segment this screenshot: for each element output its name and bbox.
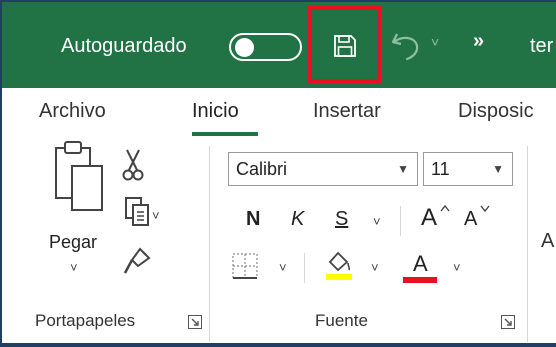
title-bar: Autoguardado ˅ » ter: [2, 2, 556, 88]
active-tab-indicator: [192, 132, 258, 136]
font-color-swatch: [403, 277, 437, 283]
fill-color-swatch: [326, 274, 352, 280]
undo-icon: [391, 33, 419, 61]
autosave-label: Autoguardado: [61, 35, 187, 57]
window-bottom-border: [2, 343, 556, 347]
font-size-select[interactable]: 11 ▼: [423, 152, 513, 186]
save-button[interactable]: [308, 6, 381, 83]
fill-color-icon[interactable]: [324, 248, 354, 282]
font-name-select[interactable]: Calibri ▼: [228, 152, 418, 186]
tab-insertar[interactable]: Insertar: [313, 100, 381, 123]
autosave-toggle[interactable]: [229, 33, 302, 61]
format-painter-icon[interactable]: [122, 246, 152, 276]
chevron-down-icon: ▼: [492, 162, 504, 176]
document-title: ter: [530, 35, 554, 57]
toggle-knob: [235, 38, 254, 57]
borders-icon[interactable]: [231, 252, 259, 280]
font-name-value: Calibri: [236, 159, 288, 179]
fill-color-dropdown-icon[interactable]: ˅: [371, 260, 379, 275]
paste-dropdown-icon[interactable]: ˅: [70, 260, 78, 275]
underline-dropdown-icon[interactable]: ˅: [373, 214, 381, 229]
bold-button[interactable]: N: [246, 208, 260, 231]
divider: [400, 206, 401, 236]
font-size-value: 11: [431, 159, 450, 179]
copy-dropdown-icon[interactable]: ˅: [152, 208, 160, 223]
ribbon: Pegar ˅ ˅ Portapapeles Calibri ▼ 11 ▼ N …: [2, 138, 556, 347]
grow-font-arrow-icon: [440, 204, 450, 212]
underline-button[interactable]: S: [335, 208, 348, 231]
clipboard-group-label: Portapapeles: [35, 311, 136, 330]
shrink-font-arrow-icon: [480, 205, 490, 212]
chevron-down-icon: ▼: [397, 162, 409, 176]
group-separator: [527, 146, 528, 342]
grow-font-button[interactable]: A: [421, 204, 437, 232]
font-color-dropdown-icon[interactable]: ˅: [453, 260, 461, 275]
font-launcher-icon[interactable]: [501, 315, 515, 329]
more-commands-button[interactable]: »: [473, 30, 484, 53]
tab-archivo[interactable]: Archivo: [39, 100, 106, 123]
tab-inicio[interactable]: Inicio: [192, 100, 239, 123]
clipboard-launcher-icon[interactable]: [188, 315, 202, 329]
ribbon-tabs: Archivo Inicio Insertar Disposic: [2, 88, 556, 138]
cut-icon[interactable]: [122, 148, 144, 184]
alignment-group-partial-label: A: [541, 230, 555, 252]
undo-dropdown-icon[interactable]: ˅: [431, 34, 439, 50]
italic-button[interactable]: K: [291, 208, 304, 231]
save-icon: [334, 35, 356, 57]
font-group-label: Fuente: [315, 311, 368, 330]
paste-icon: [55, 141, 103, 211]
divider: [304, 253, 305, 283]
borders-dropdown-icon[interactable]: ˅: [279, 260, 287, 275]
shrink-font-button[interactable]: A: [464, 208, 477, 231]
tab-disposicion[interactable]: Disposic: [458, 100, 534, 123]
undo-button[interactable]: [387, 30, 427, 64]
paste-label: Pegar: [49, 232, 98, 252]
copy-icon[interactable]: [124, 196, 152, 228]
group-separator: [209, 146, 210, 342]
paste-button[interactable]: Pegar ˅: [46, 138, 110, 278]
font-color-button[interactable]: A: [413, 251, 428, 277]
